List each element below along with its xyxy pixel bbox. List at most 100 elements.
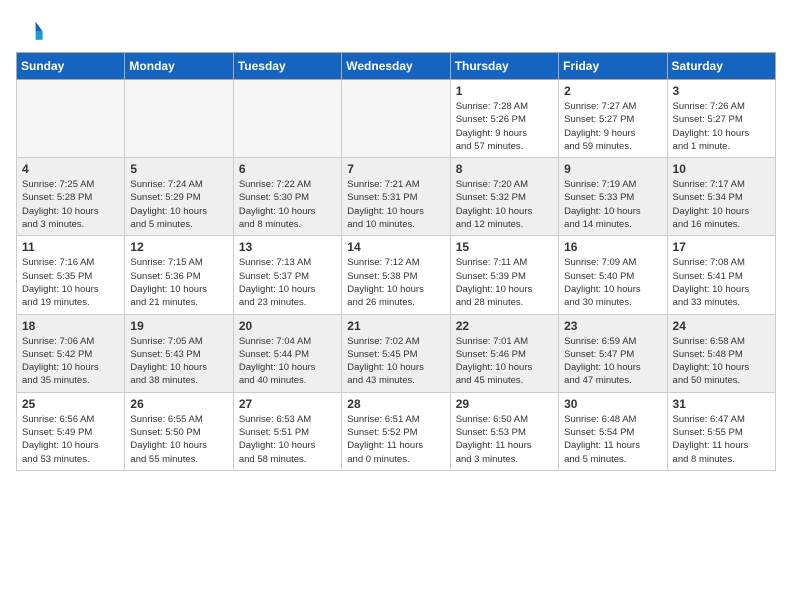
day-number: 3: [673, 84, 770, 98]
day-number: 7: [347, 162, 444, 176]
day-info: Sunrise: 7:26 AMSunset: 5:27 PMDaylight:…: [673, 100, 770, 153]
week-row-2: 4Sunrise: 7:25 AMSunset: 5:28 PMDaylight…: [17, 158, 776, 236]
calendar-cell: 24 Sunrise: 6:58 AMSunset: 5:48 PMDayligh…: [667, 314, 775, 392]
logo: [16, 16, 48, 44]
day-number: 19: [130, 319, 227, 333]
day-number: 30: [564, 397, 661, 411]
calendar-cell: 26 Sunrise: 6:55 AMSunset: 5:50 PMDayligh…: [125, 392, 233, 470]
calendar-table: SundayMondayTuesdayWednesdayThursdayFrid…: [16, 52, 776, 471]
calendar-cell: 23Sunrise: 6:59 AMSunset: 5:47 PMDayligh…: [559, 314, 667, 392]
day-number: 25: [22, 397, 119, 411]
day-number: 5: [130, 162, 227, 176]
day-info: Sunrise: 7:16 AMSunset: 5:35 PMDaylight:…: [22, 256, 119, 309]
day-number: 18: [22, 319, 119, 333]
day-number: 15: [456, 240, 553, 254]
calendar-cell: 25 Sunrise: 6:56 AMSunset: 5:49 PMDayligh…: [17, 392, 125, 470]
calendar-cell: 11 Sunrise: 7:16 AMSunset: 5:35 PMDayligh…: [17, 236, 125, 314]
calendar-cell: 29Sunrise: 6:50 AMSunset: 5:53 PMDayligh…: [450, 392, 558, 470]
day-info: Sunrise: 7:02 AMSunset: 5:45 PMDaylight:…: [347, 335, 444, 388]
day-number: 28: [347, 397, 444, 411]
calendar-cell: 19 Sunrise: 7:05 AMSunset: 5:43 PMDayligh…: [125, 314, 233, 392]
day-number: 14: [347, 240, 444, 254]
day-info: Sunrise: 6:58 AMSunset: 5:48 PMDaylight:…: [673, 335, 770, 388]
calendar-cell: 13 Sunrise: 7:13 AMSunset: 5:37 PMDayligh…: [233, 236, 341, 314]
col-header-friday: Friday: [559, 53, 667, 80]
day-info: Sunrise: 7:12 AMSunset: 5:38 PMDaylight:…: [347, 256, 444, 309]
day-number: 21: [347, 319, 444, 333]
calendar-cell: 31 Sunrise: 6:47 AMSunset: 5:55 PMDayligh…: [667, 392, 775, 470]
calendar-cell: [125, 80, 233, 158]
day-info: Sunrise: 6:51 AMSunset: 5:52 PMDaylight:…: [347, 413, 444, 466]
day-number: 10: [673, 162, 770, 176]
week-row-5: 25 Sunrise: 6:56 AMSunset: 5:49 PMDayligh…: [17, 392, 776, 470]
calendar-cell: 5 Sunrise: 7:24 AMSunset: 5:29 PMDaylight…: [125, 158, 233, 236]
day-number: 24: [673, 319, 770, 333]
calendar-cell: 4Sunrise: 7:25 AMSunset: 5:28 PMDaylight…: [17, 158, 125, 236]
calendar-cell: 15Sunrise: 7:11 AMSunset: 5:39 PMDayligh…: [450, 236, 558, 314]
day-info: Sunrise: 7:28 AMSunset: 5:26 PMDaylight:…: [456, 100, 553, 153]
day-info: Sunrise: 6:53 AMSunset: 5:51 PMDaylight:…: [239, 413, 336, 466]
col-header-tuesday: Tuesday: [233, 53, 341, 80]
day-info: Sunrise: 6:48 AMSunset: 5:54 PMDaylight:…: [564, 413, 661, 466]
day-number: 9: [564, 162, 661, 176]
week-row-4: 18 Sunrise: 7:06 AMSunset: 5:42 PMDayligh…: [17, 314, 776, 392]
week-row-1: 1 Sunrise: 7:28 AMSunset: 5:26 PMDaylight…: [17, 80, 776, 158]
day-info: Sunrise: 6:55 AMSunset: 5:50 PMDaylight:…: [130, 413, 227, 466]
col-header-saturday: Saturday: [667, 53, 775, 80]
calendar-cell: 1 Sunrise: 7:28 AMSunset: 5:26 PMDaylight…: [450, 80, 558, 158]
col-header-monday: Monday: [125, 53, 233, 80]
day-info: Sunrise: 7:19 AMSunset: 5:33 PMDaylight:…: [564, 178, 661, 231]
day-info: Sunrise: 7:05 AMSunset: 5:43 PMDaylight:…: [130, 335, 227, 388]
calendar-cell: 18 Sunrise: 7:06 AMSunset: 5:42 PMDayligh…: [17, 314, 125, 392]
day-number: 16: [564, 240, 661, 254]
col-header-thursday: Thursday: [450, 53, 558, 80]
day-info: Sunrise: 7:17 AMSunset: 5:34 PMDaylight:…: [673, 178, 770, 231]
day-number: 22: [456, 319, 553, 333]
day-number: 13: [239, 240, 336, 254]
day-info: Sunrise: 7:22 AMSunset: 5:30 PMDaylight:…: [239, 178, 336, 231]
col-header-sunday: Sunday: [17, 53, 125, 80]
day-info: Sunrise: 7:06 AMSunset: 5:42 PMDaylight:…: [22, 335, 119, 388]
week-row-3: 11 Sunrise: 7:16 AMSunset: 5:35 PMDayligh…: [17, 236, 776, 314]
calendar-cell: 6 Sunrise: 7:22 AMSunset: 5:30 PMDaylight…: [233, 158, 341, 236]
day-number: 12: [130, 240, 227, 254]
day-info: Sunrise: 6:56 AMSunset: 5:49 PMDaylight:…: [22, 413, 119, 466]
calendar-cell: 12 Sunrise: 7:15 AMSunset: 5:36 PMDayligh…: [125, 236, 233, 314]
day-number: 1: [456, 84, 553, 98]
day-info: Sunrise: 7:27 AMSunset: 5:27 PMDaylight:…: [564, 100, 661, 153]
calendar-cell: 3 Sunrise: 7:26 AMSunset: 5:27 PMDaylight…: [667, 80, 775, 158]
calendar-cell: 20 Sunrise: 7:04 AMSunset: 5:44 PMDayligh…: [233, 314, 341, 392]
day-number: 11: [22, 240, 119, 254]
day-info: Sunrise: 7:13 AMSunset: 5:37 PMDaylight:…: [239, 256, 336, 309]
day-info: Sunrise: 7:24 AMSunset: 5:29 PMDaylight:…: [130, 178, 227, 231]
day-info: Sunrise: 7:08 AMSunset: 5:41 PMDaylight:…: [673, 256, 770, 309]
calendar-cell: [342, 80, 450, 158]
calendar-cell: [233, 80, 341, 158]
calendar-cell: 2Sunrise: 7:27 AMSunset: 5:27 PMDaylight…: [559, 80, 667, 158]
calendar-cell: 27 Sunrise: 6:53 AMSunset: 5:51 PMDayligh…: [233, 392, 341, 470]
day-number: 27: [239, 397, 336, 411]
calendar-cell: 9 Sunrise: 7:19 AMSunset: 5:33 PMDaylight…: [559, 158, 667, 236]
calendar-cell: 16 Sunrise: 7:09 AMSunset: 5:40 PMDayligh…: [559, 236, 667, 314]
header-row: SundayMondayTuesdayWednesdayThursdayFrid…: [17, 53, 776, 80]
day-info: Sunrise: 6:50 AMSunset: 5:53 PMDaylight:…: [456, 413, 553, 466]
day-number: 20: [239, 319, 336, 333]
day-info: Sunrise: 7:20 AMSunset: 5:32 PMDaylight:…: [456, 178, 553, 231]
calendar-cell: 7Sunrise: 7:21 AMSunset: 5:31 PMDaylight…: [342, 158, 450, 236]
day-info: Sunrise: 7:09 AMSunset: 5:40 PMDaylight:…: [564, 256, 661, 309]
day-number: 6: [239, 162, 336, 176]
calendar-cell: [17, 80, 125, 158]
day-info: Sunrise: 7:15 AMSunset: 5:36 PMDaylight:…: [130, 256, 227, 309]
calendar-cell: 21 Sunrise: 7:02 AMSunset: 5:45 PMDayligh…: [342, 314, 450, 392]
day-info: Sunrise: 7:25 AMSunset: 5:28 PMDaylight:…: [22, 178, 119, 231]
day-info: Sunrise: 7:01 AMSunset: 5:46 PMDaylight:…: [456, 335, 553, 388]
calendar-cell: 17 Sunrise: 7:08 AMSunset: 5:41 PMDayligh…: [667, 236, 775, 314]
calendar-cell: 22 Sunrise: 7:01 AMSunset: 5:46 PMDayligh…: [450, 314, 558, 392]
day-number: 26: [130, 397, 227, 411]
day-number: 31: [673, 397, 770, 411]
day-info: Sunrise: 6:47 AMSunset: 5:55 PMDaylight:…: [673, 413, 770, 466]
calendar-cell: 8Sunrise: 7:20 AMSunset: 5:32 PMDaylight…: [450, 158, 558, 236]
day-number: 17: [673, 240, 770, 254]
day-info: Sunrise: 7:04 AMSunset: 5:44 PMDaylight:…: [239, 335, 336, 388]
col-header-wednesday: Wednesday: [342, 53, 450, 80]
